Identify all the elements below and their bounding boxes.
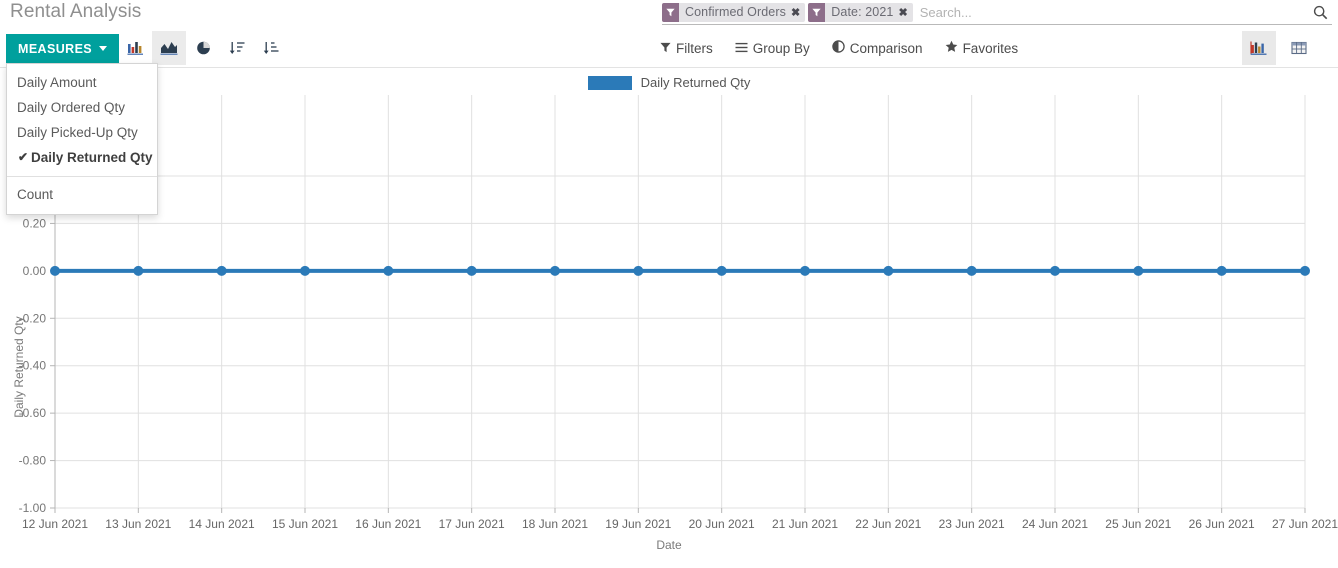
chevron-down-icon [99, 46, 108, 51]
measure-item-daily-picked-up-qty[interactable]: Daily Picked-Up Qty [7, 120, 157, 145]
comparison-button[interactable]: Comparison [832, 40, 923, 56]
svg-text:23 Jun 2021: 23 Jun 2021 [939, 517, 1005, 531]
search-input[interactable] [915, 2, 1313, 22]
sort-ascending-icon[interactable] [254, 31, 288, 65]
svg-text:14 Jun 2021: 14 Jun 2021 [189, 517, 255, 531]
svg-text:-1.00: -1.00 [19, 501, 47, 515]
dropdown-divider [7, 176, 157, 177]
svg-text:19 Jun 2021: 19 Jun 2021 [605, 517, 671, 531]
measure-item-label: Count [17, 187, 54, 202]
group-by-button[interactable]: Group By [735, 41, 810, 56]
svg-text:16 Jun 2021: 16 Jun 2021 [355, 517, 421, 531]
group-by-button-label: Group By [752, 40, 810, 56]
control-panel-middle-buttons: Filters Group By Comparison Favorites [660, 28, 1018, 68]
svg-text:15 Jun 2021: 15 Jun 2021 [272, 517, 338, 531]
facet-text: Date: 2021 [831, 5, 894, 19]
filters-button[interactable]: Filters [660, 41, 713, 56]
chart-type-button-group [118, 31, 288, 65]
svg-text:21 Jun 2021: 21 Jun 2021 [772, 517, 838, 531]
measures-button-label: MEASURES [18, 41, 93, 56]
svg-text:13 Jun 2021: 13 Jun 2021 [105, 517, 171, 531]
svg-text:0.20: 0.20 [23, 216, 47, 230]
close-icon[interactable]: ✖ [791, 6, 800, 19]
measure-item-daily-returned-qty[interactable]: ✔ Daily Returned Qty [7, 145, 157, 170]
measure-item-daily-ordered-qty[interactable]: Daily Ordered Qty [7, 95, 157, 120]
filter-icon [808, 2, 826, 22]
measures-dropdown-menu[interactable]: Daily Amount Daily Ordered Qty Daily Pic… [6, 63, 158, 215]
svg-text:27 Jun 2021: 27 Jun 2021 [1272, 517, 1338, 531]
search-facet-date[interactable]: Date: 2021 ✖ [808, 2, 913, 22]
comparison-icon [832, 40, 845, 56]
measure-item-daily-amount[interactable]: Daily Amount [7, 70, 157, 95]
svg-text:24 Jun 2021: 24 Jun 2021 [1022, 517, 1088, 531]
graph-view-icon[interactable] [1242, 31, 1276, 65]
graph-view: Daily Returned Qty 0.400.200.00-0.20-0.4… [0, 68, 1338, 555]
filter-icon [662, 2, 679, 22]
favorites-button[interactable]: Favorites [945, 40, 1019, 56]
svg-text:17 Jun 2021: 17 Jun 2021 [439, 517, 505, 531]
check-icon: ✔ [18, 150, 29, 164]
filters-button-label: Filters [676, 40, 713, 56]
control-panel: MEASURES Filters Group By Comparison Fav… [0, 28, 1338, 215]
pie-chart-icon[interactable] [186, 31, 220, 65]
svg-text:22 Jun 2021: 22 Jun 2021 [855, 517, 921, 531]
y-axis-title: Daily Returned Qty [12, 316, 26, 418]
comparison-button-label: Comparison [849, 40, 923, 56]
sort-descending-icon[interactable] [220, 31, 254, 65]
search-facet-confirmed-orders[interactable]: Confirmed Orders ✖ [662, 2, 806, 22]
svg-text:26 Jun 2021: 26 Jun 2021 [1189, 517, 1255, 531]
measures-button[interactable]: MEASURES [6, 34, 120, 63]
measure-item-label: Daily Amount [17, 75, 97, 90]
star-icon [945, 40, 958, 56]
group-by-icon [735, 41, 748, 56]
close-icon[interactable]: ✖ [898, 6, 907, 19]
filter-icon [660, 41, 671, 56]
search-view: Confirmed Orders ✖ Date: 2021 ✖ [662, 0, 1332, 25]
measure-item-count[interactable]: Count [7, 182, 157, 207]
facet-label: Confirmed Orders ✖ [679, 2, 806, 22]
svg-text:20 Jun 2021: 20 Jun 2021 [689, 517, 755, 531]
pivot-view-icon[interactable] [1282, 31, 1316, 65]
measure-item-label: Daily Returned Qty [31, 150, 153, 165]
view-switcher [1242, 31, 1316, 65]
measure-item-label: Daily Ordered Qty [17, 100, 126, 115]
top-bar: Rental Analysis Confirmed Orders ✖ Date:… [0, 0, 1338, 28]
bar-chart-icon[interactable] [118, 31, 152, 65]
svg-text:-0.80: -0.80 [19, 454, 47, 468]
search-icon[interactable] [1313, 5, 1332, 20]
svg-text:25 Jun 2021: 25 Jun 2021 [1105, 517, 1171, 531]
x-axis-title: Date [656, 538, 682, 552]
line-chart-icon[interactable] [152, 31, 186, 65]
svg-text:0.00: 0.00 [23, 264, 47, 278]
svg-text:18 Jun 2021: 18 Jun 2021 [522, 517, 588, 531]
breadcrumb[interactable]: Rental Analysis [10, 0, 141, 24]
facet-label: Date: 2021 ✖ [825, 2, 913, 22]
facet-text: Confirmed Orders [685, 5, 786, 19]
favorites-button-label: Favorites [962, 40, 1019, 56]
measure-item-label: Daily Picked-Up Qty [17, 125, 138, 140]
chart-canvas[interactable]: 0.400.200.00-0.20-0.40-0.60-0.80-1.0012 … [0, 68, 1338, 555]
svg-text:12 Jun 2021: 12 Jun 2021 [22, 517, 88, 531]
